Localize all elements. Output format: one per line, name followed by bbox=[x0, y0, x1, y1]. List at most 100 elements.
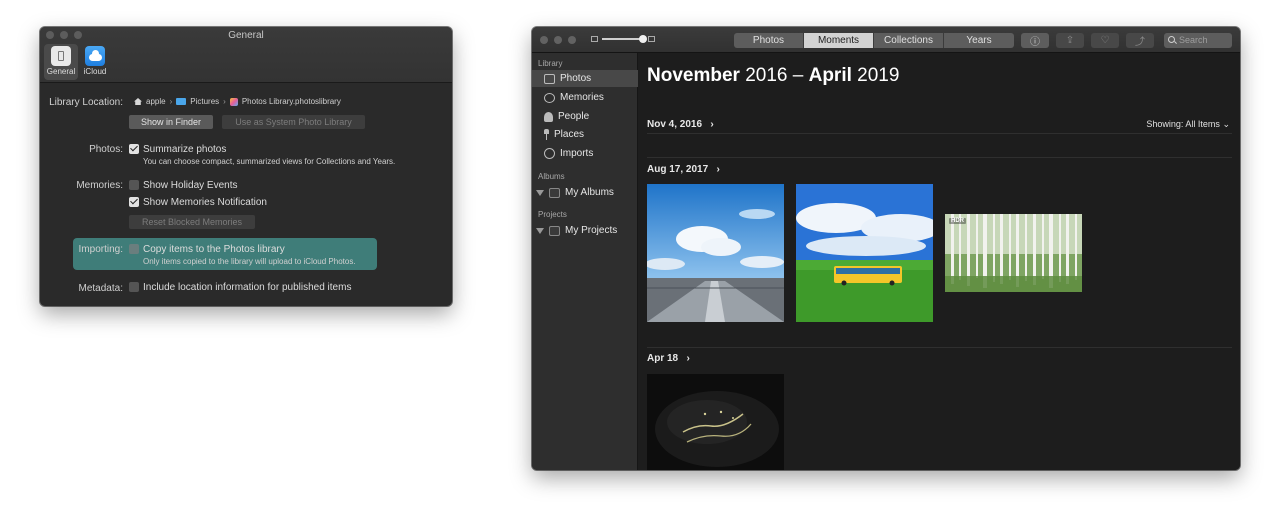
zoom-slider[interactable] bbox=[591, 35, 655, 43]
path-pictures[interactable]: Pictures bbox=[190, 97, 219, 106]
forest-photo bbox=[945, 214, 1082, 292]
chevron-right-icon: › bbox=[169, 97, 173, 106]
photo-thumbnail-road[interactable] bbox=[647, 184, 784, 322]
showing-filter[interactable]: Showing: All Items ⌄ bbox=[1146, 119, 1230, 130]
use-as-system-library-button[interactable]: Use as System Photo Library bbox=[222, 115, 365, 129]
zoom-track[interactable] bbox=[602, 35, 647, 43]
memories-notification-checkbox[interactable] bbox=[129, 197, 139, 207]
tab-icloud[interactable]: iCloud bbox=[78, 44, 112, 80]
photo-thumbnail-bus[interactable] bbox=[796, 184, 933, 322]
road-photo bbox=[647, 184, 784, 322]
photos-library-icon bbox=[229, 97, 238, 106]
rotate-button[interactable]: ⤴ bbox=[1126, 33, 1154, 48]
title-start-year: 2016 – bbox=[739, 65, 809, 86]
tab-general[interactable]: General bbox=[44, 44, 78, 80]
photos-label: Photos: bbox=[89, 144, 123, 155]
sidebar-item-my-projects[interactable]: My Projects bbox=[532, 222, 638, 239]
search-field[interactable]: Search bbox=[1164, 33, 1232, 48]
chevron-right-icon: › bbox=[710, 164, 720, 175]
folder-icon bbox=[176, 98, 187, 105]
tab-collections[interactable]: Collections bbox=[874, 33, 944, 48]
summarize-photos-checkbox[interactable] bbox=[129, 144, 139, 154]
copy-items-label: Copy items to the Photos library bbox=[143, 244, 285, 255]
sidebar: Library Photos Memories People Places Im… bbox=[532, 53, 638, 470]
info-button[interactable]: ⓘ bbox=[1021, 33, 1049, 48]
reset-blocked-memories-button[interactable]: Reset Blocked Memories bbox=[129, 215, 255, 229]
hdr-badge: HDR bbox=[949, 218, 966, 224]
bus-photo bbox=[796, 184, 933, 322]
photo-thumbnail-dark[interactable] bbox=[647, 374, 784, 470]
memories-icon bbox=[544, 92, 555, 103]
sidebar-item-memories[interactable]: Memories bbox=[532, 89, 638, 106]
summarize-photos-note: You can choose compact, summarized views… bbox=[143, 157, 396, 166]
zoom-button[interactable] bbox=[568, 36, 576, 44]
section-divider bbox=[647, 347, 1232, 348]
home-icon bbox=[134, 98, 142, 105]
moment-date: Aug 17, 2017 bbox=[647, 164, 709, 175]
tab-moments[interactable]: Moments bbox=[804, 33, 874, 48]
moment-date: Nov 4, 2016 bbox=[647, 119, 703, 130]
showing-label: Showing: All Items bbox=[1146, 119, 1220, 129]
preferences-toolbar: General General iCloud bbox=[40, 27, 452, 83]
sidebar-item-label: My Albums bbox=[565, 187, 614, 198]
library-header: Library bbox=[538, 59, 563, 68]
moment-date: Apr 18 bbox=[647, 353, 679, 364]
summarize-photos-label: Summarize photos bbox=[143, 144, 227, 155]
sidebar-item-photos[interactable]: Photos bbox=[532, 70, 638, 87]
sidebar-item-my-albums[interactable]: My Albums bbox=[532, 184, 638, 201]
location-info-label: Include location information for publish… bbox=[143, 282, 352, 293]
location-info-checkbox[interactable] bbox=[129, 282, 139, 292]
section-divider bbox=[647, 157, 1232, 158]
memories-label: Memories: bbox=[76, 180, 123, 191]
disclosure-triangle-icon[interactable] bbox=[536, 189, 544, 196]
people-icon bbox=[544, 111, 553, 122]
chevron-right-icon: › bbox=[704, 119, 714, 130]
places-icon bbox=[544, 129, 549, 140]
icloud-icon bbox=[85, 46, 105, 66]
chevron-down-icon: ⌄ bbox=[1222, 119, 1230, 129]
zoom-in-icon bbox=[648, 36, 655, 42]
dark-photo bbox=[647, 374, 784, 470]
disclosure-triangle-icon[interactable] bbox=[536, 227, 544, 234]
moment-header[interactable]: Nov 4, 2016 › bbox=[647, 119, 714, 130]
imports-icon bbox=[544, 148, 555, 159]
favorite-button[interactable]: ♡ bbox=[1091, 33, 1119, 48]
projects-header: Projects bbox=[538, 210, 567, 219]
minimize-button[interactable] bbox=[554, 36, 562, 44]
metadata-label: Metadata: bbox=[78, 283, 123, 294]
tab-years[interactable]: Years bbox=[944, 33, 1014, 48]
sidebar-item-imports[interactable]: Imports bbox=[532, 145, 638, 162]
share-icon: ⇪ bbox=[1065, 35, 1075, 46]
photos-toolbar: Photos Moments Collections Years ⓘ ⇪ ♡ ⤴… bbox=[532, 27, 1240, 53]
copy-items-checkbox[interactable] bbox=[129, 244, 139, 254]
view-segmented-control: Photos Moments Collections Years bbox=[734, 33, 1014, 48]
path-library[interactable]: Photos Library.photoslibrary bbox=[242, 97, 341, 106]
share-button[interactable]: ⇪ bbox=[1056, 33, 1084, 48]
show-in-finder-button[interactable]: Show in Finder bbox=[129, 115, 213, 129]
rotate-icon: ⤴ bbox=[1135, 37, 1145, 48]
title-end-year: 2019 bbox=[851, 65, 900, 86]
chevron-right-icon: › bbox=[680, 353, 690, 364]
holiday-events-label: Show Holiday Events bbox=[143, 180, 238, 191]
photo-thumbnail-forest[interactable]: HDR bbox=[945, 214, 1082, 292]
tab-photos[interactable]: Photos bbox=[734, 33, 804, 48]
zoom-knob[interactable] bbox=[639, 35, 647, 43]
photos-icon bbox=[544, 73, 555, 84]
path-home[interactable]: apple bbox=[146, 97, 166, 106]
albums-header: Albums bbox=[538, 172, 565, 181]
moment-header[interactable]: Aug 17, 2017 › bbox=[647, 164, 720, 175]
holiday-events-checkbox[interactable] bbox=[129, 180, 139, 190]
preferences-window: General General iCloud Library Location:… bbox=[40, 27, 452, 306]
close-button[interactable] bbox=[540, 36, 548, 44]
importing-label: Importing: bbox=[78, 244, 123, 255]
heart-icon: ♡ bbox=[1100, 35, 1110, 46]
photos-window: Photos Moments Collections Years ⓘ ⇪ ♡ ⤴… bbox=[532, 27, 1240, 470]
sidebar-item-people[interactable]: People bbox=[532, 108, 638, 125]
search-placeholder: Search bbox=[1179, 35, 1208, 45]
memories-notification-label: Show Memories Notification bbox=[143, 197, 267, 208]
sidebar-item-places[interactable]: Places bbox=[532, 126, 638, 143]
sidebar-item-label: My Projects bbox=[565, 225, 618, 236]
copy-items-note: Only items copied to the library will up… bbox=[143, 257, 356, 266]
info-icon: ⓘ bbox=[1030, 37, 1040, 48]
moment-header[interactable]: Apr 18 › bbox=[647, 353, 690, 364]
